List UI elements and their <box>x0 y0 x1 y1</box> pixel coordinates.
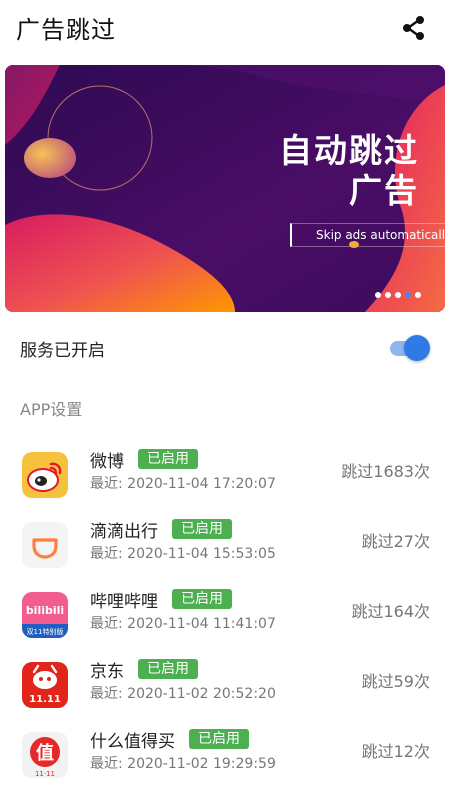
last-run-time: 最近: 2020-11-02 19:29:59 <box>90 756 276 772</box>
app-name: 哔哩哔哩 <box>90 591 158 612</box>
status-badge: 已启用 <box>172 519 232 539</box>
smzdm-icon: 值 11·11 <box>22 732 68 778</box>
section-title-app-settings: APP设置 <box>20 400 83 419</box>
status-badge: 已启用 <box>172 589 232 609</box>
toggle-knob <box>404 335 430 361</box>
skip-count: 跳过164次 <box>351 602 430 621</box>
banner-headline-line1: 自动跳过 <box>279 131 419 170</box>
app-name-line: 京东 已启用 <box>90 658 198 682</box>
jd-icon: 11.11 <box>22 662 68 708</box>
last-run-time: 最近: 2020-11-02 20:52:20 <box>90 686 276 702</box>
skip-count: 跳过59次 <box>361 672 430 691</box>
pager-dot[interactable] <box>385 292 391 298</box>
promo-banner[interactable]: 自动跳过 广告 Skip ads automatically <box>5 65 445 312</box>
pager-dot[interactable] <box>375 292 381 298</box>
skip-count: 跳过27次 <box>361 532 430 551</box>
jd-logo-subtext: 11.11 <box>29 694 61 705</box>
bilibili-logo-text: bilibili <box>26 604 64 617</box>
banner-headline-line2: 广告 <box>349 171 419 210</box>
service-row[interactable]: 服务已开启 <box>0 322 450 374</box>
bilibili-logo-subtext: 双11特别版 <box>27 627 64 636</box>
didi-icon <box>22 522 68 568</box>
banner-pager[interactable] <box>375 292 421 300</box>
skip-count: 跳过12次 <box>361 742 430 761</box>
list-item-didi[interactable]: 滴滴出行 已启用 最近: 2020-11-04 15:53:05 跳过27次 <box>0 516 450 586</box>
status-badge: 已启用 <box>189 729 249 749</box>
pager-dot[interactable] <box>415 292 421 298</box>
bilibili-icon: bilibili 双11特别版 <box>22 592 68 638</box>
page-title: 广告跳过 <box>16 16 116 44</box>
app-name-line: 滴滴出行 已启用 <box>90 518 232 542</box>
list-item-bilibili[interactable]: bilibili 双11特别版 哔哩哔哩 已启用 最近: 2020-11-04 … <box>0 586 450 656</box>
list-item-smzdm[interactable]: 值 11·11 什么值得买 已启用 最近: 2020-11-02 19:29:5… <box>0 726 450 796</box>
service-status-label: 服务已开启 <box>20 341 105 361</box>
banner-accent-dot <box>349 241 359 248</box>
app-name-line: 什么值得买 已启用 <box>90 728 249 752</box>
status-badge: 已启用 <box>138 659 198 679</box>
share-icon[interactable] <box>400 14 428 42</box>
smzdm-logo-text: 值 <box>36 742 54 764</box>
app-name: 滴滴出行 <box>90 521 158 542</box>
last-run-time: 最近: 2020-11-04 11:41:07 <box>90 616 276 632</box>
last-run-time: 最近: 2020-11-04 15:53:05 <box>90 546 276 562</box>
smzdm-logo-subtext: 11·11 <box>35 770 55 778</box>
app-name: 什么值得买 <box>90 731 175 752</box>
pager-dot-active[interactable] <box>405 292 411 298</box>
app-name-line: 哔哩哔哩 已启用 <box>90 588 232 612</box>
app-name-line: 微博 已启用 <box>90 448 198 472</box>
app-name: 微博 <box>90 451 124 472</box>
list-item-jd[interactable]: 11.11 京东 已启用 最近: 2020-11-02 20:52:20 跳过5… <box>0 656 450 726</box>
last-run-time: 最近: 2020-11-04 17:20:07 <box>90 476 276 492</box>
pager-dot[interactable] <box>395 292 401 298</box>
service-toggle[interactable] <box>388 334 432 362</box>
top-bar: 广告跳过 <box>0 0 450 56</box>
status-badge: 已启用 <box>138 449 198 469</box>
banner-headline: 自动跳过 广告 <box>279 131 419 211</box>
banner-subline: Skip ads automatically <box>290 223 445 247</box>
app-name: 京东 <box>90 661 124 682</box>
skip-count: 跳过1683次 <box>341 462 430 481</box>
list-item-weibo[interactable]: 微博 已启用 最近: 2020-11-04 17:20:07 跳过1683次 <box>0 446 450 516</box>
weibo-icon <box>22 452 68 498</box>
